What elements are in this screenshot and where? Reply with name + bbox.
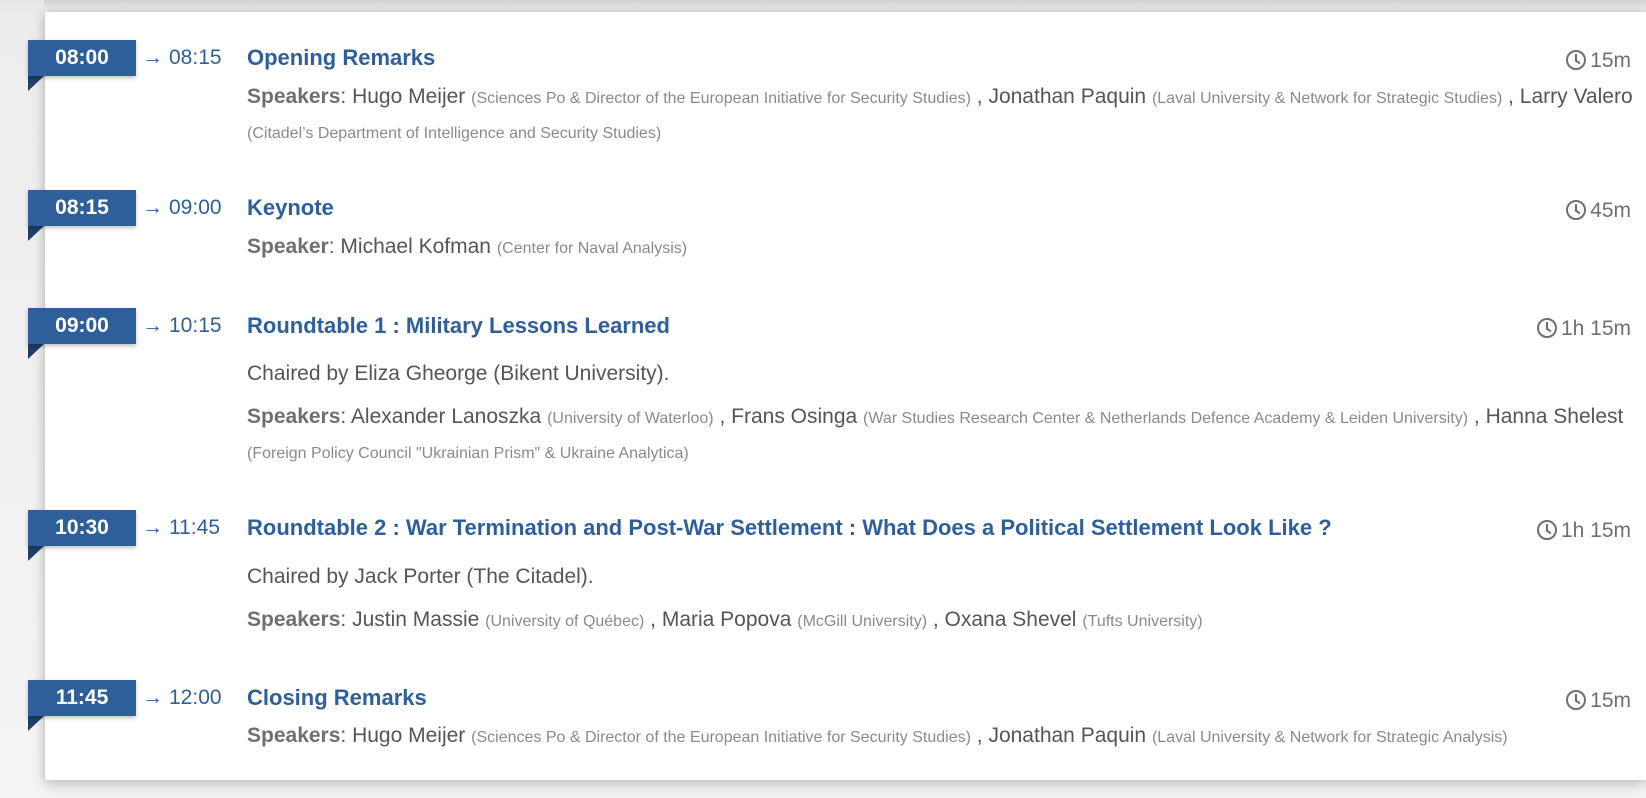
- speaker-affiliation: (Foreign Policy Council "Ukrainian Prism…: [247, 445, 689, 462]
- duration-value: 1h 15m: [1560, 317, 1631, 340]
- duration: 15m: [1566, 43, 1631, 79]
- arrow-right-icon: →: [142, 314, 163, 337]
- duration: 45m: [1566, 193, 1631, 229]
- speakers-label: Speaker: [247, 235, 329, 258]
- duration-value: 45m: [1590, 199, 1631, 222]
- end-time-value: 12:00: [169, 686, 222, 709]
- badge-fold: [28, 226, 44, 241]
- arrow-right-icon: →: [142, 196, 163, 219]
- badge-fold: [28, 344, 44, 359]
- duration-value: 15m: [1590, 689, 1631, 712]
- speaker-name: Larry Valero: [1519, 85, 1633, 108]
- speaker-affiliation: (University of Waterloo): [547, 410, 714, 427]
- speaker-name: Justin Massie: [352, 608, 480, 631]
- badge-fold: [28, 76, 44, 91]
- clock-icon: [1536, 520, 1557, 540]
- speaker-name: Michael Kofman: [340, 235, 491, 258]
- chair-line: Chaired by Jack Porter (The Citadel).: [247, 565, 594, 588]
- clock-icon: [1566, 200, 1587, 220]
- speaker-name: Oxana Shevel: [944, 608, 1077, 631]
- start-time-badge: 10:30: [28, 510, 136, 546]
- end-time: → 09:00: [142, 190, 222, 226]
- start-time-badge: 09:00: [28, 308, 136, 344]
- speaker-affiliation: (McGill University): [797, 613, 928, 630]
- end-time: → 10:15: [142, 308, 222, 344]
- speaker-name: Hanna Shelest: [1485, 405, 1624, 428]
- arrow-right-icon: →: [142, 686, 163, 709]
- speaker-affiliation: (Tufts University): [1082, 613, 1203, 630]
- speaker-affiliation: (Laval University & Network for Strategi…: [1151, 90, 1503, 107]
- duration-value: 1h 15m: [1560, 519, 1631, 542]
- chair-line: Chaired by Eliza Gheorge (Bikent Univers…: [247, 362, 670, 385]
- clock-icon: [1536, 318, 1557, 338]
- speakers-line: Speakers: Hugo Meijer (Sciences Po & Dir…: [247, 724, 1508, 747]
- start-time-badge: 08:15: [28, 190, 136, 226]
- speaker-affiliation: (Laval University & Network for Strategi…: [1151, 729, 1508, 746]
- speaker-affiliation: (Citadel’s Department of Intelligence an…: [247, 125, 662, 142]
- badge-fold: [28, 716, 44, 731]
- arrow-right-icon: →: [142, 46, 163, 69]
- speaker-name: Jonathan Paquin: [988, 85, 1147, 108]
- end-time-value: 09:00: [169, 196, 222, 219]
- speakers-line: Speakers: Hugo Meijer (Sciences Po & Dir…: [247, 85, 1633, 142]
- speaker-name: Hugo Meijer: [352, 724, 466, 747]
- speaker-name: Frans Osinga: [731, 405, 858, 428]
- session-title[interactable]: Opening Remarks: [247, 40, 435, 76]
- duration-value: 15m: [1590, 49, 1631, 72]
- end-time-value: 11:45: [169, 516, 220, 539]
- duration: 1h 15m: [1536, 311, 1631, 347]
- speaker-name: Jonathan Paquin: [988, 724, 1147, 747]
- end-time-value: 10:15: [169, 314, 222, 337]
- duration: 1h 15m: [1536, 513, 1631, 549]
- speakers-label: Speakers: [247, 608, 341, 631]
- clock-icon: [1566, 50, 1587, 70]
- speakers-line: Speakers: Justin Massie (University of Q…: [247, 608, 1203, 631]
- speaker-affiliation: (War Studies Research Center & Netherlan…: [863, 410, 1469, 427]
- speakers-label: Speakers: [247, 85, 341, 108]
- session-title[interactable]: Keynote: [247, 190, 334, 226]
- session-title[interactable]: Closing Remarks: [247, 680, 427, 716]
- speakers-line: Speakers: Alexander Lanoszka (University…: [247, 405, 1624, 462]
- speaker-affiliation: (Center for Naval Analysis): [496, 240, 688, 257]
- end-time: → 11:45: [142, 510, 220, 546]
- speaker-affiliation: (Sciences Po & Director of the European …: [471, 729, 971, 746]
- previous-card-edge: [44, 0, 1646, 10]
- duration: 15m: [1566, 683, 1631, 719]
- session-title[interactable]: Roundtable 2 : War Termination and Post-…: [247, 510, 1332, 546]
- speaker-affiliation: (Sciences Po & Director of the European …: [471, 90, 971, 107]
- speaker-affiliation: (University of Québec): [485, 613, 645, 630]
- clock-icon: [1566, 690, 1587, 710]
- speakers-label: Speakers: [247, 405, 341, 428]
- page-background: 08:00 → 08:15 Opening Remarks 15m Speaker…: [0, 0, 1646, 798]
- speakers-label: Speakers: [247, 724, 341, 747]
- arrow-right-icon: →: [142, 516, 163, 539]
- end-time-value: 08:15: [169, 46, 222, 69]
- speaker-name: Maria Popova: [661, 608, 792, 631]
- end-time: → 08:15: [142, 40, 222, 76]
- badge-fold: [28, 546, 44, 561]
- start-time-badge: 11:45: [28, 680, 136, 716]
- session-title[interactable]: Roundtable 1 : Military Lessons Learned: [247, 308, 670, 344]
- speaker-name: Alexander Lanoszka: [350, 405, 542, 428]
- start-time-badge: 08:00: [28, 40, 136, 76]
- speakers-line: Speaker: Michael Kofman (Center for Nava…: [247, 235, 688, 258]
- end-time: → 12:00: [142, 680, 222, 716]
- speaker-name: Hugo Meijer: [352, 85, 466, 108]
